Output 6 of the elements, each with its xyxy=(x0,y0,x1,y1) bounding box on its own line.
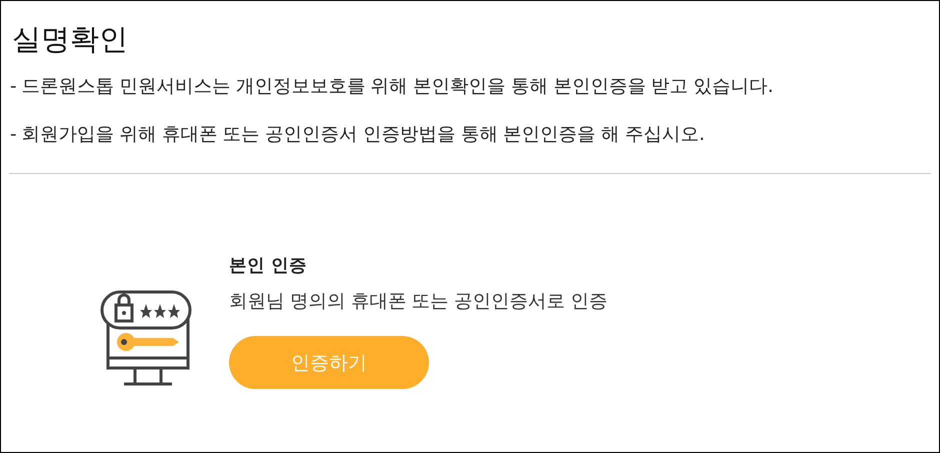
notice-text: - 드론원스톱 민원서비스는 개인정보보호를 위해 본인확인을 통해 본인인증을 받고 있습니다. xyxy=(10,75,774,99)
page-title: 실명확인 xyxy=(12,21,129,58)
notice-text: - 회원가입을 위해 휴대폰 또는 공인인증서 인증방법을 통해 본인인증을 해 주십시오. xyxy=(10,123,706,147)
section-description: 회원님 명의의 휴대폰 또는 공인인증서로 인증 xyxy=(229,290,608,314)
verify-button[interactable]: 인증하기 xyxy=(229,336,429,389)
section-heading: 본인 인증 xyxy=(229,255,308,278)
